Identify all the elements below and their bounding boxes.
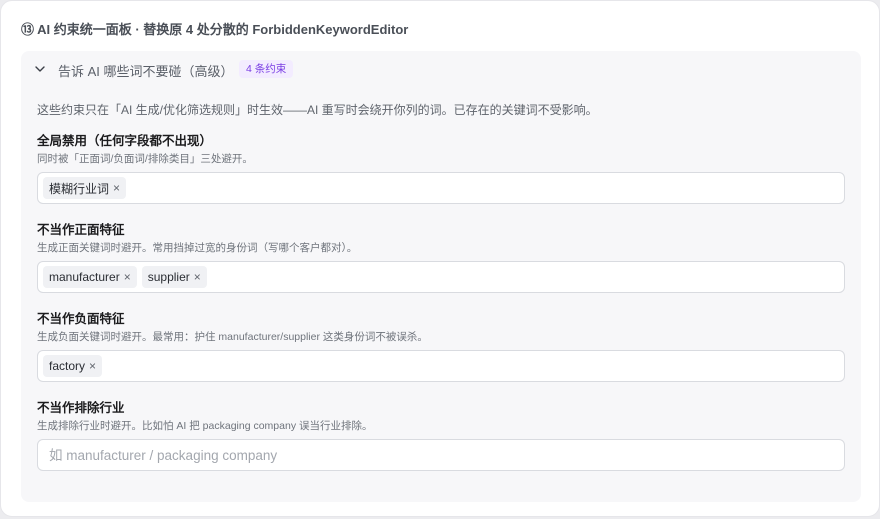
group-hint: 生成负面关键词时避开。最常用：护住 manufacturer/supplier … [37, 331, 428, 343]
keyword-tag: factory × [43, 355, 103, 377]
group-label: 不当作正面特征 [37, 223, 125, 237]
group-hint: 生成正面关键词时避开。常用挡掉过宽的身份词（写哪个客户都对）。 [37, 242, 358, 254]
panel-title: 告诉 AI 哪些词不要碰（高级） [58, 64, 234, 79]
group-label: 不当作负面特征 [37, 312, 125, 326]
keyword-tag: manufacturer × [43, 266, 137, 288]
keyword-entry-input[interactable] [43, 441, 839, 469]
tag-input-box[interactable]: 模糊行业词 × [37, 172, 845, 204]
tag-input-box[interactable]: manufacturer × supplier × [37, 261, 845, 293]
close-icon[interactable]: × [124, 271, 131, 283]
keyword-tag-label: 模糊行业词 [49, 181, 110, 196]
chevron-down-icon[interactable] [34, 63, 46, 75]
group-hint: 生成排除行业时避开。比如怕 AI 把 packaging company 误当行… [37, 420, 373, 432]
tag-input-box[interactable] [37, 439, 845, 471]
constraint-count-badge: 4 条约束 [239, 60, 294, 78]
keyword-entry-input[interactable] [211, 263, 839, 291]
group-label: 不当作排除行业 [37, 401, 125, 415]
group-label: 全局禁用（任何字段都不出现） [37, 134, 213, 148]
keyword-entry-input[interactable] [131, 174, 839, 202]
close-icon[interactable]: × [89, 360, 96, 372]
keyword-tag: supplier × [141, 266, 207, 288]
keyword-tag-label: supplier [147, 270, 190, 284]
panel-intro: 这些约束只在「AI 生成/优化筛选规则」时生效——AI 重写时会绕开你列的词。已… [37, 103, 598, 117]
close-icon[interactable]: × [194, 271, 201, 283]
group-not-exclude-industry: 不当作排除行业 生成排除行业时避开。比如怕 AI 把 packaging com… [37, 400, 845, 471]
group-not-negative: 不当作负面特征 生成负面关键词时避开。最常用：护住 manufacturer/s… [37, 311, 845, 382]
section-title: ⑬ AI 约束统一面板 · 替换原 4 处分散的 ForbiddenKeywor… [21, 22, 409, 37]
group-not-positive: 不当作正面特征 生成正面关键词时避开。常用挡掉过宽的身份词（写哪个客户都对）。 … [37, 222, 845, 293]
keyword-tag-label: manufacturer [49, 270, 120, 284]
keyword-tag: 模糊行业词 × [43, 177, 127, 199]
panel-toggle[interactable]: 告诉 AI 哪些词不要碰（高级） 4 条约束 [21, 51, 861, 87]
constraints-panel: 告诉 AI 哪些词不要碰（高级） 4 条约束 这些约束只在「AI 生成/优化筛选… [21, 51, 861, 502]
group-global-forbidden: 全局禁用（任何字段都不出现） 同时被「正面词/负面词/排除类目」三处避开。 模糊… [37, 133, 845, 204]
keyword-tag-label: factory [49, 359, 86, 373]
constraints-card: ⑬ AI 约束统一面板 · 替换原 4 处分散的 ForbiddenKeywor… [0, 0, 880, 517]
close-icon[interactable]: × [113, 182, 120, 194]
tag-input-box[interactable]: factory × [37, 350, 845, 382]
keyword-entry-input[interactable] [107, 352, 839, 380]
group-hint: 同时被「正面词/负面词/排除类目」三处避开。 [37, 153, 253, 165]
